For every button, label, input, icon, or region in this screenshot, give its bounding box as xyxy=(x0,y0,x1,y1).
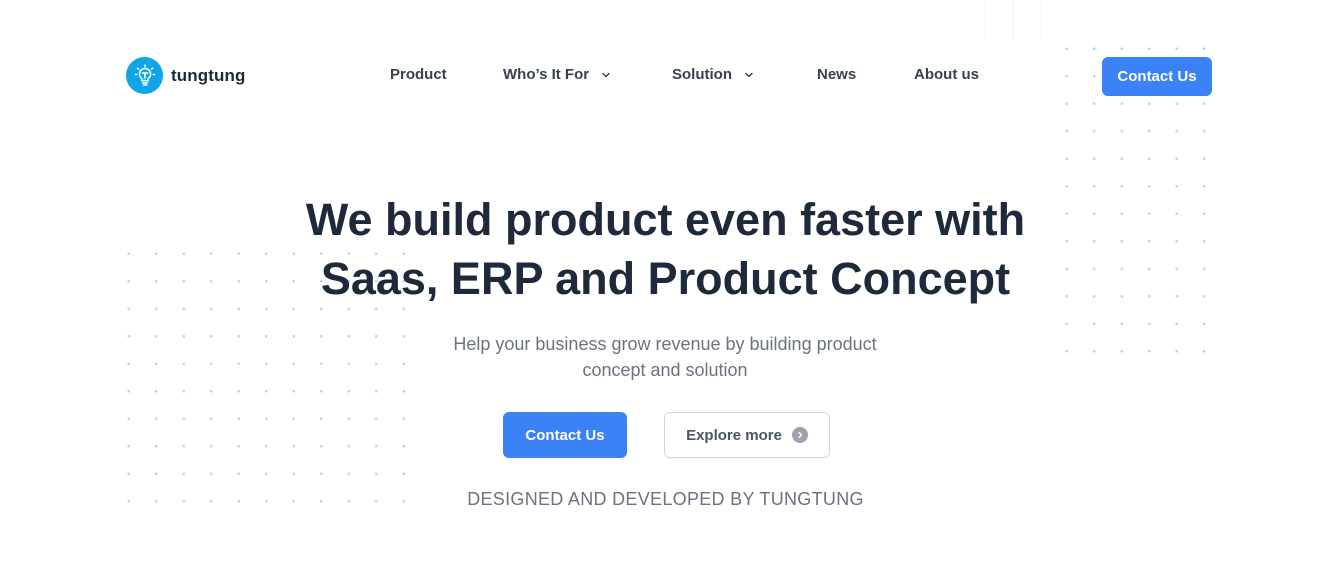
hero-contact-us-button[interactable]: Contact Us xyxy=(503,412,627,458)
nav-item-product[interactable]: Product xyxy=(390,66,447,83)
decorative-lines xyxy=(985,0,1047,40)
brand-name: tungtung xyxy=(171,65,246,85)
header-contact-us-button[interactable]: Contact Us xyxy=(1102,57,1212,96)
nav-item-label: Product xyxy=(390,66,447,83)
nav-item-solution[interactable]: Solution xyxy=(672,66,754,83)
explore-more-label: Explore more xyxy=(686,426,782,444)
lightbulb-icon xyxy=(126,57,163,94)
nav-item-label: Who’s It For xyxy=(503,66,590,83)
explore-more-button[interactable]: Explore more xyxy=(664,412,830,458)
brand-logo-link[interactable]: tungtung xyxy=(126,57,245,94)
chevron-down-icon xyxy=(602,72,610,77)
hero-title-line-1: We build product even faster with xyxy=(305,194,1026,245)
hero-subtitle: Help your business grow revenue by build… xyxy=(415,331,915,383)
hero-tagline: DESIGNED AND DEVELOPED BY TUNGTUNG xyxy=(467,489,864,509)
arrow-right-icon xyxy=(791,427,808,443)
nav-item-label: About us xyxy=(914,66,979,83)
hero-title-line-2: Saas, ERP and Product Concept xyxy=(320,253,1011,304)
nav-item-label: News xyxy=(817,66,857,83)
hero-subtitle-line-2: concept and solution xyxy=(582,360,748,380)
landing-page: tungtung Product Who’s It For Solution N… xyxy=(0,0,1331,578)
nav-item-whos-it-for[interactable]: Who’s It For xyxy=(503,66,611,83)
nav-item-about-us[interactable]: About us xyxy=(914,66,979,83)
chevron-down-icon xyxy=(745,72,753,77)
nav-item-label: Solution xyxy=(672,66,732,83)
hero-subtitle-line-1: Help your business grow revenue by build… xyxy=(453,334,877,354)
nav-item-news[interactable]: News xyxy=(817,66,856,83)
hero-title: We build product even faster with Saas, … xyxy=(0,190,1331,308)
